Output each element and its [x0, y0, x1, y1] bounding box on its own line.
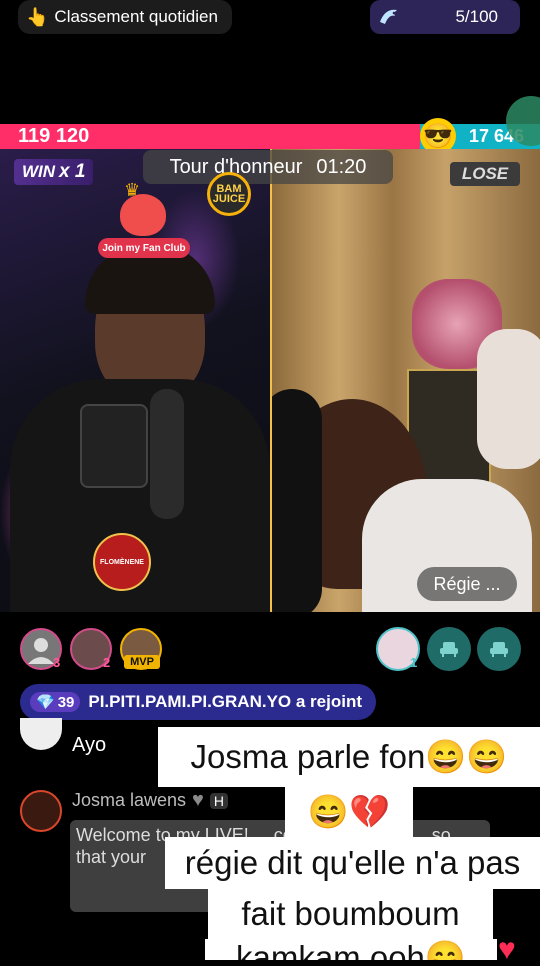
- caption-line-1: Josma parle fon😄😄: [158, 727, 540, 787]
- caption-line-4: fait boumboum: [208, 889, 493, 939]
- empty-seat-button[interactable]: [427, 627, 471, 671]
- gem-level: 39: [57, 693, 75, 711]
- join-notification: 💎 39 PI.PITI.PAMI.PI.GRAN.YO a rejoint: [20, 684, 376, 720]
- comment-avatar[interactable]: [20, 718, 62, 750]
- armchair-icon: [440, 642, 458, 657]
- round-timer: 01:20: [316, 155, 367, 178]
- comment-author[interactable]: Josma lawens: [72, 790, 186, 811]
- flomenene-logo: FLOMÈNENE: [93, 533, 151, 591]
- comment-author-row: Josma lawens ♥ H: [72, 789, 229, 812]
- comment-avatar[interactable]: [20, 790, 62, 832]
- join-message: PI.PITI.PAMI.PI.GRAN.YO a rejoint: [88, 692, 362, 711]
- comment-tag: H: [209, 792, 229, 809]
- viewer-rank-2: 2: [103, 655, 111, 670]
- armchair-icon: [490, 642, 508, 657]
- dolphin-icon: [376, 3, 404, 31]
- bam-juice-logo: BAM JUICE: [207, 172, 251, 216]
- gem-level-badge: 💎 39: [30, 692, 81, 712]
- caption-line-3: régie dit qu'elle n'a pas: [165, 837, 540, 889]
- right-host-video[interactable]: [272, 149, 540, 612]
- battle-score-bar: 119 120 17 646: [0, 124, 540, 149]
- goal-progress-pill[interactable]: 5/100: [370, 0, 520, 34]
- background-person: [477, 329, 540, 469]
- goal-progress-label: 5/100: [455, 7, 498, 26]
- fan-club-label: Join my Fan Club: [98, 238, 190, 258]
- diamond-icon: 💎: [36, 694, 55, 711]
- microphone: [150, 389, 184, 519]
- pointing-hand-icon: 👆: [26, 6, 49, 27]
- daily-ranking-button[interactable]: 👆 Classement quotidien: [18, 0, 232, 34]
- round-timer-pill: Tour d'honneur 01:20: [143, 150, 393, 184]
- lose-badge: LOSE: [450, 162, 520, 186]
- viewer-rank-1: 3: [53, 655, 61, 670]
- win-multiplier: x 1: [59, 161, 86, 182]
- mvp-badge: MVP: [124, 655, 160, 669]
- heart-icon: ♥: [192, 789, 204, 811]
- comment-text: Ayo: [72, 734, 107, 756]
- fan-club-button[interactable]: ♛ Join my Fan Club: [98, 180, 190, 268]
- caption-line-2: 😄💔: [285, 787, 413, 837]
- empty-seat-button[interactable]: [477, 627, 521, 671]
- heart-mascot-icon: [120, 194, 166, 236]
- phone: [80, 404, 148, 488]
- daily-ranking-label: Classement quotidien: [54, 7, 218, 26]
- right-host-name-tag[interactable]: Régie ...: [417, 567, 517, 601]
- caption-line-5: kamkam ooh😄: [205, 939, 497, 960]
- heart-icon[interactable]: ♥: [498, 935, 516, 965]
- guest-seat-count: 1: [410, 655, 418, 670]
- win-badge: WIN x 1: [14, 159, 94, 185]
- left-score: 119 120: [0, 124, 420, 149]
- win-label: WIN: [22, 162, 56, 181]
- guest-hair: [272, 389, 322, 612]
- pane-divider: [270, 149, 272, 612]
